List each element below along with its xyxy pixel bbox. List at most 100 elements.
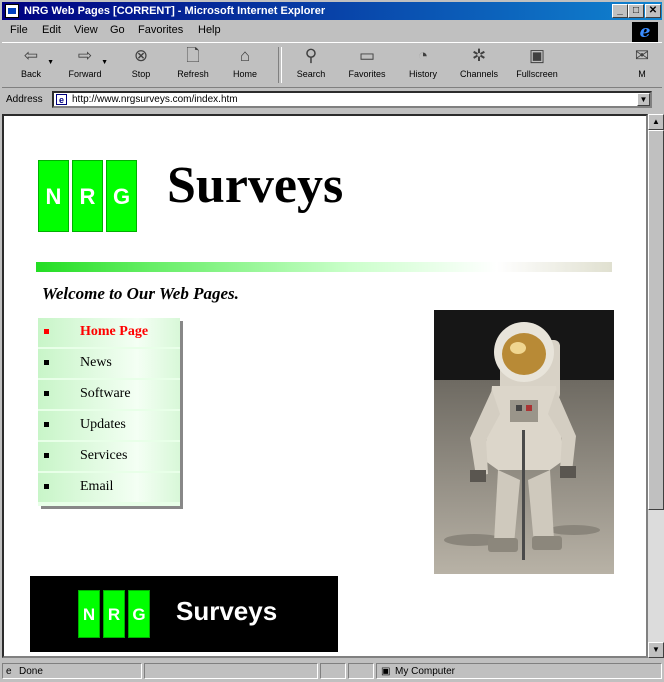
logo-letter-n: N — [38, 160, 69, 232]
minimize-button[interactable]: _ — [612, 4, 628, 18]
favorites-label: Favorites — [348, 69, 386, 79]
footer-logo-letter-g: G — [128, 590, 150, 638]
menu-go[interactable]: Go — [110, 24, 125, 36]
status-text: Done — [19, 666, 43, 677]
menu-bar: File Edit View Go Favorites Help — [2, 21, 662, 39]
nav-item-email[interactable]: Email — [38, 473, 180, 502]
status-bar: e Done ▣ My Computer — [2, 662, 662, 680]
address-input[interactable]: e http://www.nrgsurveys.com/index.htm ▼ — [52, 91, 652, 108]
forward-button[interactable]: ⇨ Forward ▼ — [60, 45, 110, 85]
refresh-label: Refresh — [177, 69, 209, 79]
bullet-icon — [44, 391, 49, 396]
bullet-icon — [44, 329, 49, 334]
title-bar[interactable]: NRG Web Pages [CORRENT] - Microsoft Inte… — [2, 2, 662, 20]
address-dropdown-icon[interactable]: ▼ — [637, 93, 650, 106]
footer-logo-letter-n: N — [78, 590, 100, 638]
history-label: History — [408, 69, 437, 79]
footer-logo-letter-r: R — [103, 590, 125, 638]
ie-window-icon[interactable] — [5, 4, 19, 18]
nav-item-news[interactable]: News — [38, 349, 180, 378]
stop-icon: ⊗ — [133, 46, 149, 65]
menu-help[interactable]: Help — [198, 24, 221, 36]
status-panel-security — [320, 663, 346, 679]
scroll-up-button[interactable]: ▲ — [648, 114, 664, 130]
chevron-down-icon[interactable]: ▼ — [47, 59, 54, 66]
fullscreen-label: Fullscreen — [516, 69, 558, 79]
menu-favorites[interactable]: Favorites — [138, 24, 183, 36]
scroll-thumb[interactable] — [648, 130, 664, 510]
search-button[interactable]: ⚲ Search — [286, 45, 336, 85]
history-button[interactable]: ◔ History — [398, 45, 448, 85]
nav-link-services[interactable]: Services — [80, 448, 127, 464]
vertical-scrollbar[interactable]: ▲ ▼ — [648, 114, 664, 658]
home-label: Home — [232, 69, 257, 79]
welcome-text: Welcome to Our Web Pages. — [42, 284, 239, 303]
channels-button[interactable]: ✲ Channels — [454, 45, 504, 85]
computer-icon: ▣ — [381, 666, 391, 677]
mail-button[interactable]: ✉ M — [622, 45, 662, 85]
home-button[interactable]: ⌂ Home — [220, 45, 270, 85]
window-title: NRG Web Pages [CORRENT] - Microsoft Inte… — [24, 5, 326, 17]
address-url[interactable]: http://www.nrgsurveys.com/index.htm — [72, 94, 238, 105]
page-title: Surveys — [167, 157, 344, 214]
bullet-icon — [44, 453, 49, 458]
forward-label: Forward — [68, 69, 102, 79]
footer-title: Surveys — [176, 596, 278, 626]
scroll-down-button[interactable]: ▼ — [648, 642, 664, 658]
toolbar-separator — [278, 47, 282, 83]
astronaut-illustration — [434, 310, 614, 574]
menu-view[interactable]: View — [74, 24, 98, 36]
logo-letter-g: G — [106, 160, 137, 232]
refresh-button[interactable]: 🗋 Refresh — [168, 45, 218, 85]
stop-button[interactable]: ⊗ Stop — [116, 45, 166, 85]
close-button[interactable]: ✕ — [645, 4, 661, 18]
nav-link-email[interactable]: Email — [80, 479, 113, 495]
nav-link-news[interactable]: News — [80, 355, 112, 371]
footer-nrg-logo: N R G — [78, 590, 150, 638]
nav-link-home-page[interactable]: Home Page — [80, 324, 148, 340]
nav-item-updates[interactable]: Updates — [38, 411, 180, 440]
status-page-icon: e — [6, 666, 12, 677]
back-button[interactable]: ⇦ Back ▼ — [6, 45, 56, 85]
bullet-icon — [44, 422, 49, 427]
page-icon: e — [56, 94, 67, 105]
menu-edit[interactable]: Edit — [42, 24, 61, 36]
status-panel-main: e Done — [2, 663, 142, 679]
nav-link-software[interactable]: Software — [80, 386, 131, 402]
fullscreen-button[interactable]: ▣ Fullscreen — [512, 45, 562, 85]
back-label: Back — [20, 69, 41, 79]
nav-link-updates[interactable]: Updates — [80, 417, 126, 433]
status-panel-extra — [348, 663, 374, 679]
channels-icon: ✲ — [471, 46, 487, 65]
chevron-down-icon[interactable]: ▼ — [101, 59, 108, 66]
status-panel-zone: ▣ My Computer — [376, 663, 662, 679]
mail-icon: ✉ — [634, 46, 650, 65]
favorites-icon: ▭ — [358, 46, 376, 65]
astronaut-photo — [434, 310, 614, 574]
favorites-button[interactable]: ▭ Favorites — [342, 45, 392, 85]
history-icon: ◔ — [417, 46, 429, 65]
address-bar: Address e http://www.nrgsurveys.com/inde… — [2, 89, 662, 111]
status-zone: My Computer — [395, 666, 456, 677]
nav-menu: Home Page News Software Updates Services… — [38, 318, 180, 506]
browser-window: NRG Web Pages [CORRENT] - Microsoft Inte… — [0, 0, 664, 682]
mail-label: M — [638, 69, 646, 79]
menu-file[interactable]: File — [10, 24, 28, 36]
logo-letter-r: R — [72, 160, 103, 232]
channels-label: Channels — [459, 69, 499, 79]
bullet-icon — [44, 360, 49, 365]
search-label: Search — [296, 69, 326, 79]
toolbar: ⇦ Back ▼ ⇨ Forward ▼ ⊗ Stop 🗋 Refresh ⌂ … — [2, 42, 662, 88]
stop-label: Stop — [131, 69, 151, 79]
maximize-button[interactable]: □ — [628, 4, 644, 18]
fullscreen-icon: ▣ — [528, 46, 546, 65]
status-panel-progress — [144, 663, 318, 679]
nav-item-software[interactable]: Software — [38, 380, 180, 409]
nav-item-home-page[interactable]: Home Page — [38, 318, 180, 347]
page-content: N R G Surveys Welcome to Our Web Pages. … — [2, 114, 648, 658]
back-arrow-icon: ⇦ — [23, 46, 39, 65]
nav-item-services[interactable]: Services — [38, 442, 180, 471]
address-label: Address — [6, 94, 43, 105]
bullet-icon — [44, 484, 49, 489]
gradient-divider — [36, 262, 612, 272]
